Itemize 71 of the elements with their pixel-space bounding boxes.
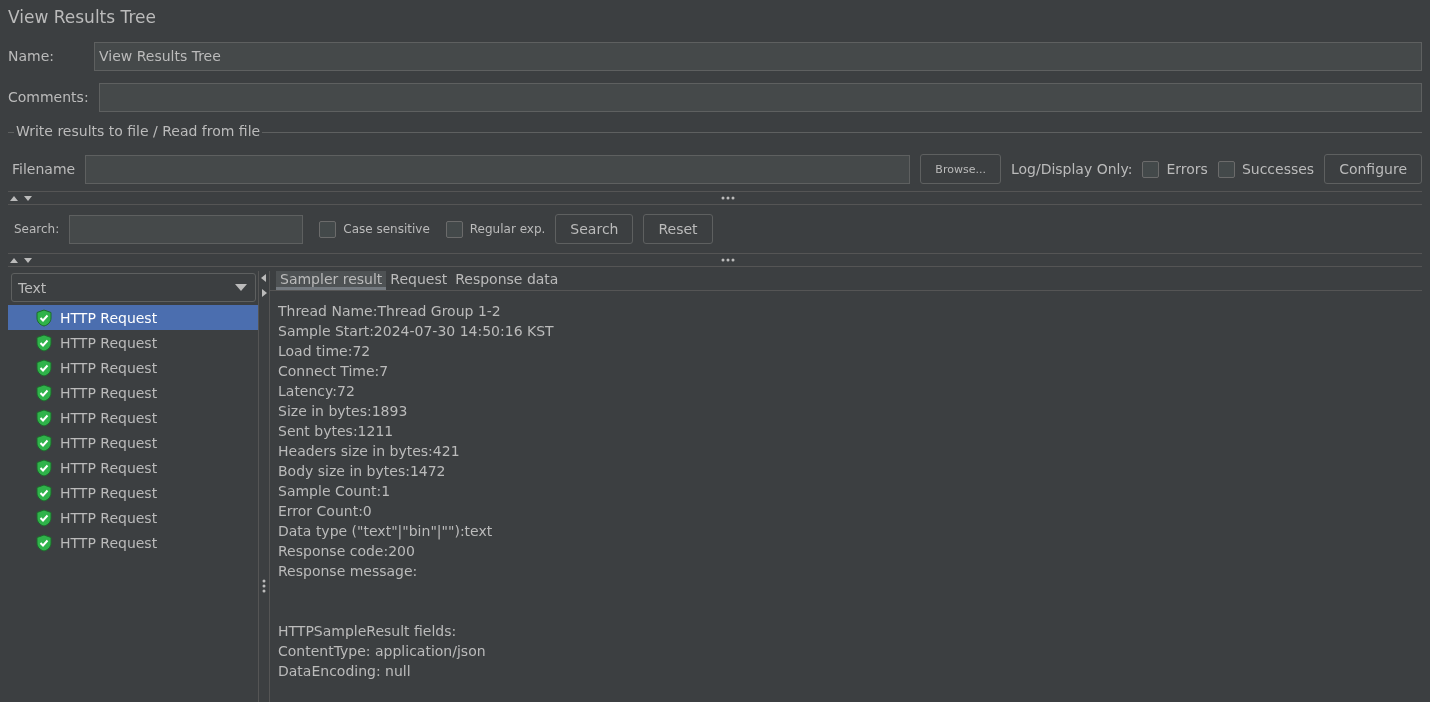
result-line: Connect Time:7 [278,362,390,381]
result-line: Data type ("text"|"bin"|""):text [278,522,494,541]
shield-check-icon [36,458,52,477]
result-line: HTTPSampleResult fields: [278,622,458,641]
drag-handle-icon[interactable] [262,579,266,593]
checkbox-label: Case sensitive [343,222,430,236]
caret-icon [235,284,247,291]
filename-field[interactable] [85,154,911,184]
result-line: Sample Count:1 [278,482,392,501]
filename-label: Filename [12,161,76,177]
search-button[interactable]: Search [555,214,634,244]
result-line: Size in bytes:1893 [278,402,409,421]
group-legend: Write results to file / Read from file [14,123,263,139]
shield-check-icon [36,533,52,552]
result-line: Response message: [278,562,419,581]
shield-check-icon [36,308,52,327]
tree-item[interactable]: HTTP Request [8,530,258,555]
expand-collapse-icon[interactable] [8,194,34,202]
checkbox-label: Successes [1241,161,1315,177]
search-label: Search: [14,222,60,236]
comments-label: Comments: [8,89,89,105]
renderer-dropdown[interactable]: Text [11,273,256,302]
result-line: Thread Name:Thread Group 1-2 [278,302,502,321]
result-line: Latency:72 [278,382,356,401]
tree-item[interactable]: HTTP Request [8,380,258,405]
result-line: Load time:72 [278,342,372,361]
search-field[interactable] [69,214,304,244]
tab[interactable]: Sampler result [276,271,387,290]
shield-check-icon [36,333,52,352]
tree-item[interactable]: HTTP Request [8,430,258,455]
name-label: Name: [8,48,56,64]
collapse-arrows-icon[interactable] [260,273,268,299]
shield-check-icon [36,358,52,377]
log-display-label: Log/Display Only: [1010,161,1133,177]
reset-button[interactable]: Reset [643,214,713,244]
tree-item[interactable]: HTTP Request [8,355,258,380]
result-line: Sample Start:2024-07-30 14:50:16 KST [278,322,555,341]
checkbox-label: Regular exp. [469,222,546,236]
shield-check-icon [36,483,52,502]
result-line: Error Count:0 [278,502,373,521]
checkbox[interactable] [319,220,337,238]
shield-check-icon [36,383,52,402]
configure-button[interactable]: Configure [1324,154,1422,184]
tree-item[interactable]: HTTP Request [8,305,258,330]
checkbox[interactable] [1142,160,1160,178]
tab[interactable]: Response data [451,271,563,290]
shield-check-icon [36,433,52,452]
tree-item[interactable]: HTTP Request [8,455,258,480]
shield-check-icon [36,408,52,427]
tab[interactable]: Request [386,271,452,290]
shield-check-icon [36,508,52,527]
name-field[interactable]: View Results Tree [94,41,1422,71]
drag-handle-icon[interactable] [721,258,735,262]
comments-field[interactable] [98,82,1422,112]
browse-button[interactable]: Browse... [920,154,1001,184]
result-line: DataEncoding: null [278,662,412,681]
checkbox[interactable] [445,220,463,238]
tree-item[interactable]: HTTP Request [8,405,258,430]
result-line: ContentType: application/json [278,642,487,661]
result-line: Headers size in bytes:421 [278,442,461,461]
tree-item[interactable]: HTTP Request [8,505,258,530]
result-line: Body size in bytes:1472 [278,462,447,481]
tree-item[interactable]: HTTP Request [8,330,258,355]
panel-title: View Results Tree [8,6,157,29]
checkbox[interactable] [1217,160,1235,178]
result-line: Sent bytes:1211 [278,422,395,441]
expand-collapse-icon[interactable] [8,256,34,264]
tree-item[interactable]: HTTP Request [8,480,258,505]
drag-handle-icon[interactable] [721,196,735,200]
checkbox-label: Errors [1166,161,1208,177]
result-line: Response code:200 [278,542,416,561]
